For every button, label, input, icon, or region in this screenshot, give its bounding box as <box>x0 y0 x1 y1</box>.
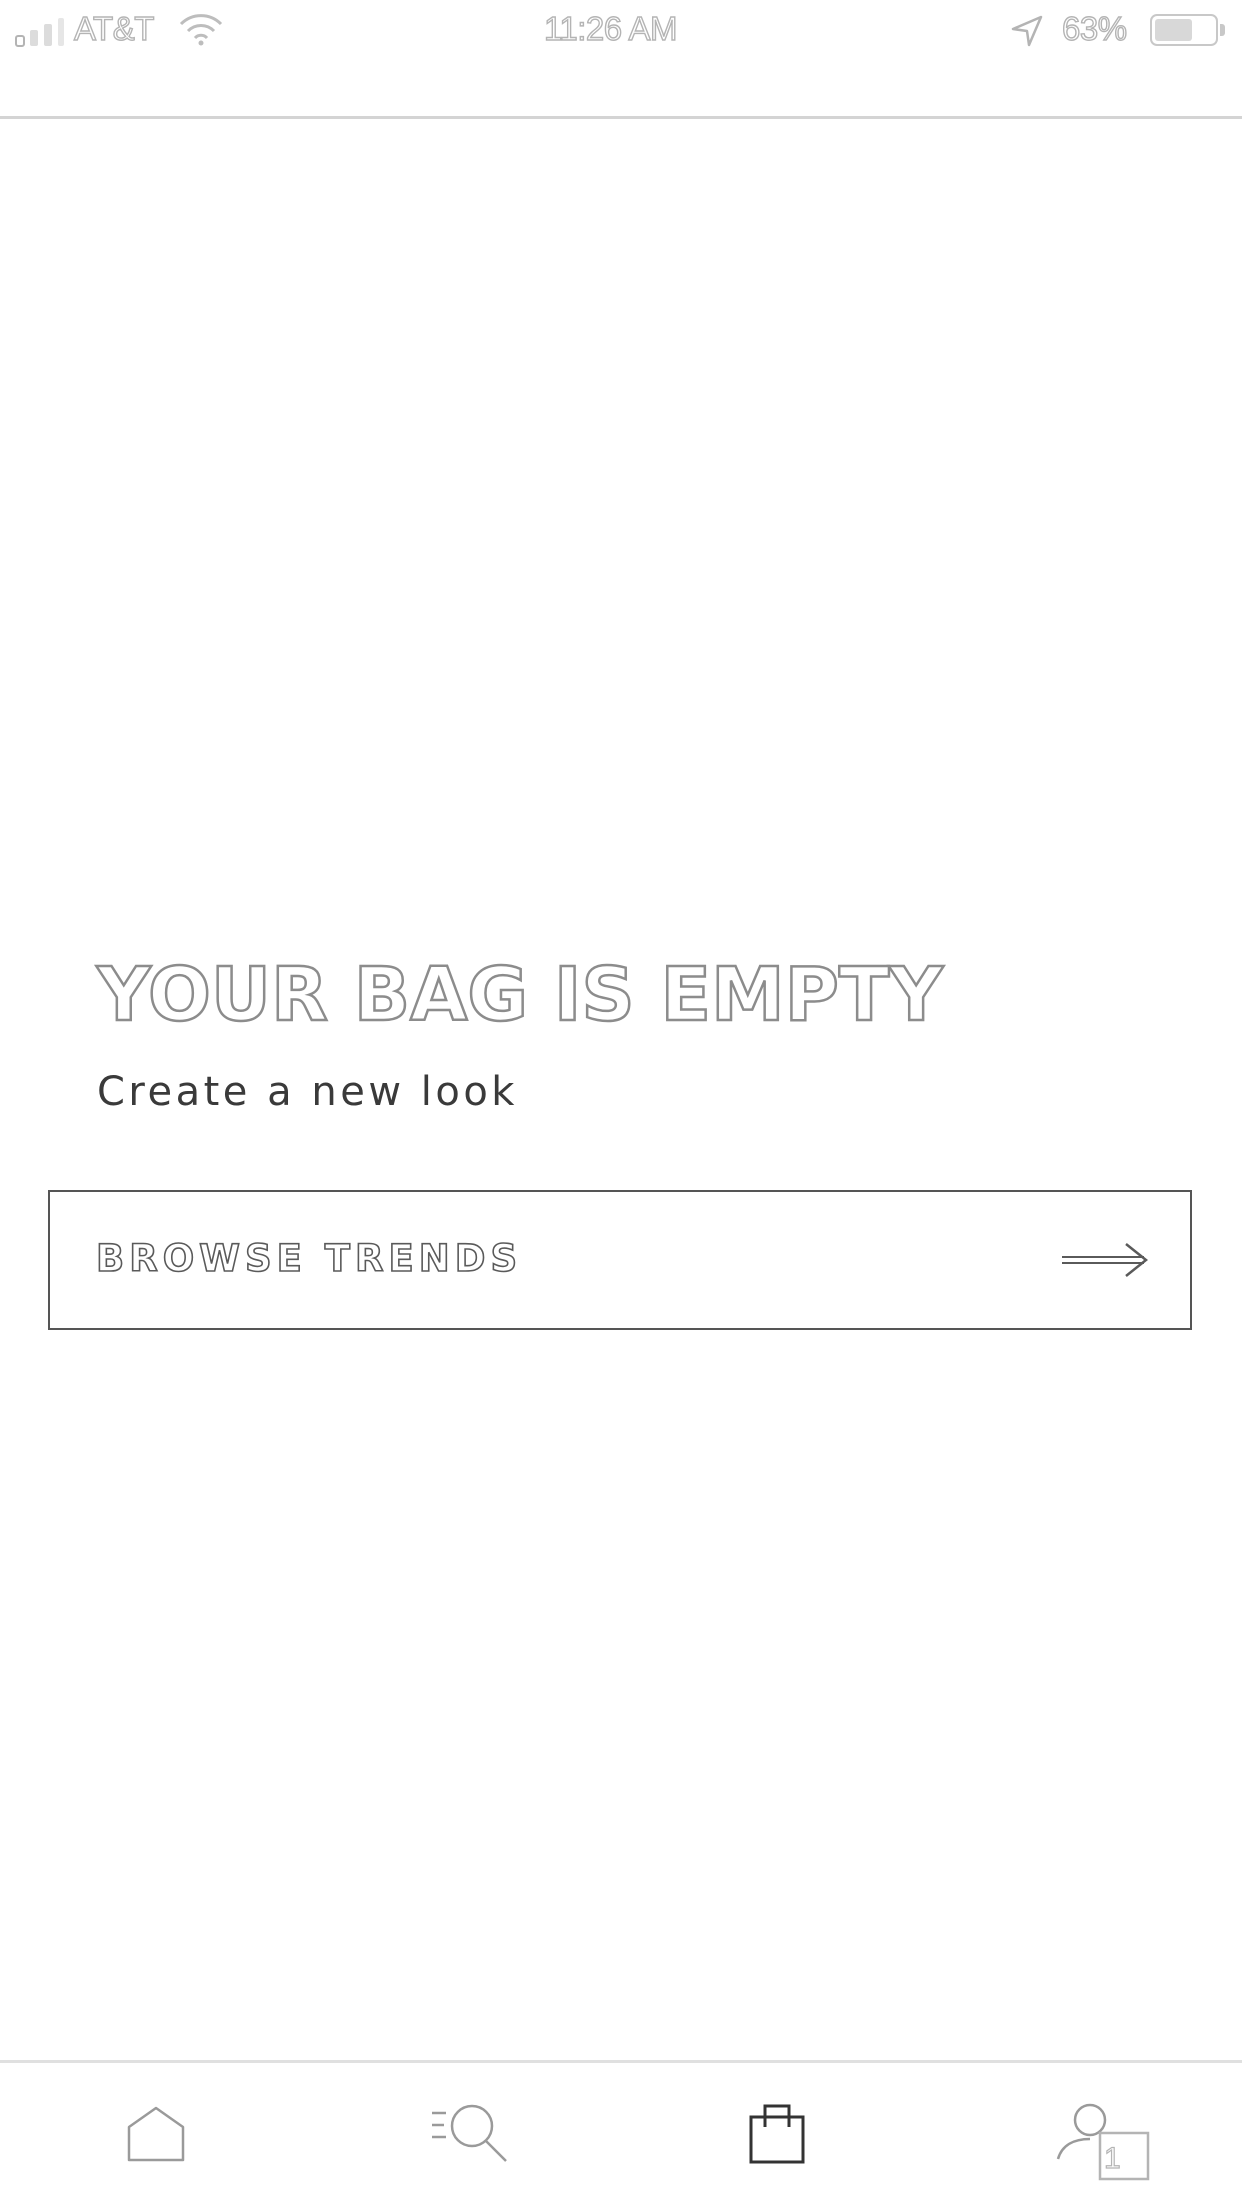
search-icon <box>432 2104 507 2162</box>
location-arrow-icon <box>1011 15 1043 47</box>
tab-account[interactable]: 1 <box>930 2063 1240 2208</box>
signal-icon <box>15 18 64 47</box>
empty-bag-subtitle: Create a new look <box>97 1069 518 1115</box>
battery-percent-label: 63% <box>1061 9 1127 47</box>
tab-home[interactable] <box>0 2063 310 2208</box>
shopping-bag-icon <box>749 2104 805 2164</box>
tab-bar: 1 <box>0 2063 1242 2208</box>
browse-trends-button[interactable]: BROWSE TRENDS <box>48 1190 1192 1330</box>
browse-trends-label: BROWSE TRENDS <box>95 1237 523 1280</box>
tab-bag[interactable] <box>620 2063 930 2208</box>
clock-label: 11:26 AM <box>543 9 678 47</box>
empty-bag-title: YOUR BAG IS EMPTY <box>96 952 944 1038</box>
tab-search[interactable] <box>310 2063 620 2208</box>
battery-icon <box>1150 14 1226 46</box>
carrier-label: AT&T <box>73 9 155 47</box>
wifi-icon <box>179 14 223 46</box>
arrow-right-icon <box>1062 1243 1149 1277</box>
account-badge: 1 <box>1103 2142 1121 2175</box>
header-divider <box>0 116 1242 119</box>
status-bar: AT&T 11:26 AM 63% <box>0 0 1242 60</box>
home-icon <box>127 2106 185 2162</box>
